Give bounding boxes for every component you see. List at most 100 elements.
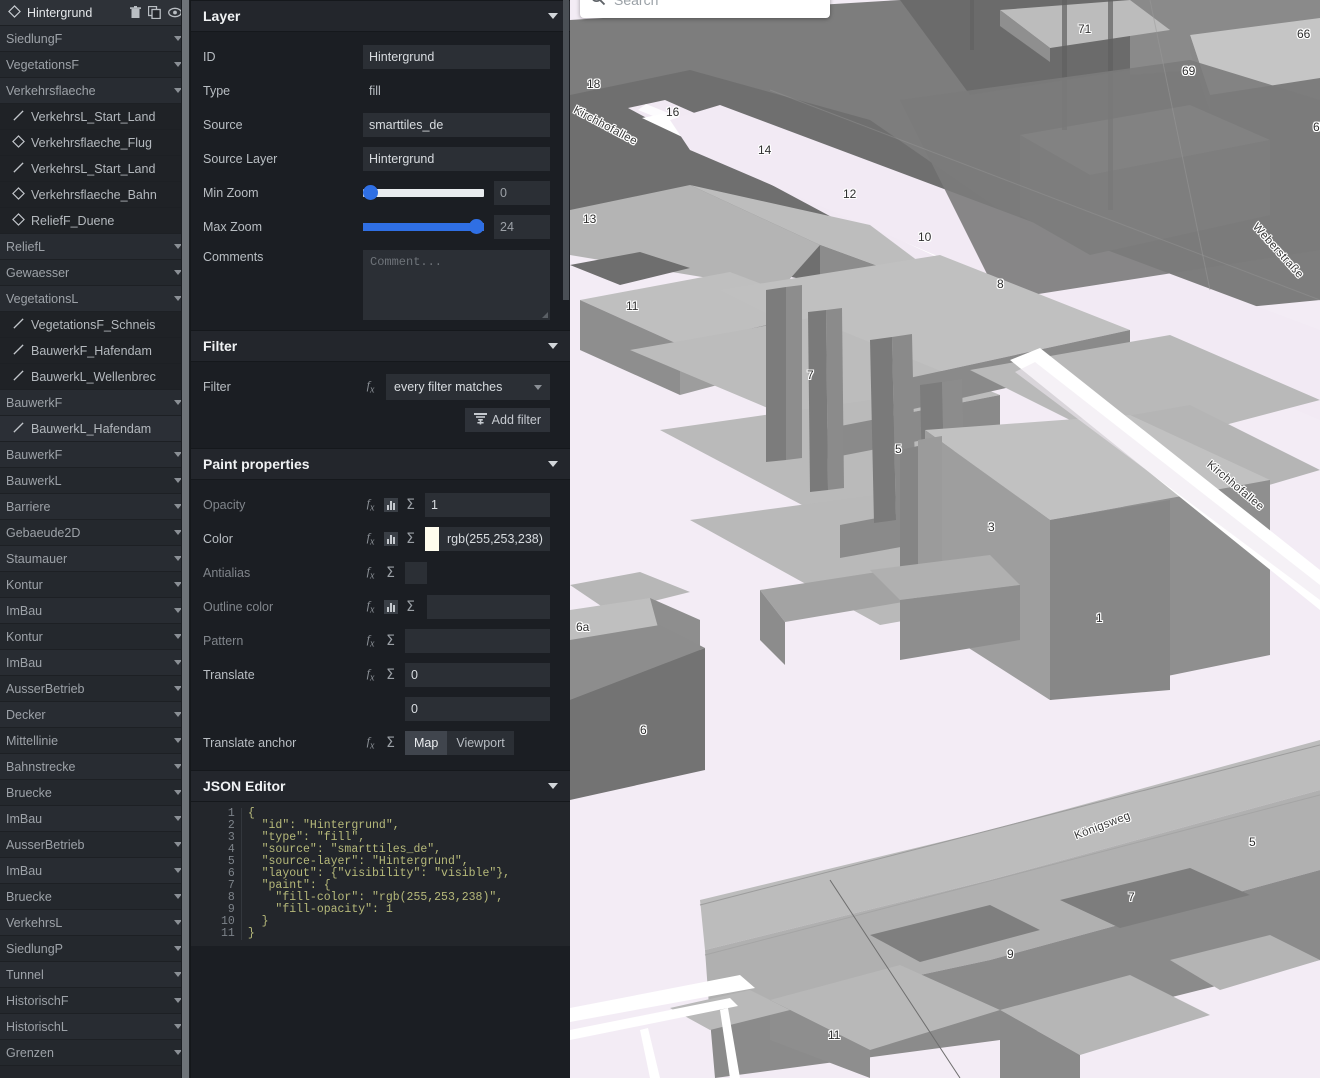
min-zoom-slider[interactable] xyxy=(363,183,484,203)
color-swatch[interactable] xyxy=(425,527,439,551)
id-input[interactable]: Hintergrund xyxy=(363,45,550,69)
function-icon[interactable]: fx xyxy=(363,496,378,513)
layer-list-scroll-thumb[interactable] xyxy=(182,0,189,1078)
filter-select[interactable]: every filter matches xyxy=(386,374,550,400)
chevron-down-icon[interactable] xyxy=(548,13,558,19)
layer-list-item[interactable]: HistorischL xyxy=(0,1014,190,1040)
layer-list-item[interactable]: Tunnel xyxy=(0,962,190,988)
layer-list-item[interactable]: ReliefF_Duene xyxy=(0,208,190,234)
chevron-down-icon[interactable] xyxy=(534,385,542,390)
chart-icon[interactable] xyxy=(384,532,398,546)
trash-icon[interactable] xyxy=(130,6,141,19)
chart-icon[interactable] xyxy=(384,600,398,614)
sigma-icon[interactable]: Σ xyxy=(404,599,417,615)
map-search-box[interactable]: Search xyxy=(580,0,830,18)
function-icon[interactable]: fx xyxy=(363,598,378,615)
layer-section-header[interactable]: Layer xyxy=(191,0,570,32)
paint-section-header[interactable]: Paint properties xyxy=(191,448,570,480)
layer-list-item[interactable]: Verkehrsflaeche_Flug xyxy=(0,130,190,156)
sigma-icon[interactable]: Σ xyxy=(384,667,397,683)
layer-list-item[interactable]: Verkehrsflaeche xyxy=(0,78,190,104)
sigma-icon[interactable]: Σ xyxy=(404,531,417,547)
layer-list-item[interactable]: Bruecke xyxy=(0,780,190,806)
source-layer-input[interactable]: Hintergrund xyxy=(363,147,550,171)
layer-list-item[interactable]: Staumauer xyxy=(0,546,190,572)
translate-anchor-segmented[interactable]: MapViewport xyxy=(405,731,514,755)
layer-list-item[interactable]: AusserBetrieb xyxy=(0,676,190,702)
function-icon[interactable]: fx xyxy=(363,378,378,395)
sigma-icon[interactable]: Σ xyxy=(384,735,397,751)
translate-anchor-option-1[interactable]: Viewport xyxy=(447,731,513,755)
chart-icon[interactable] xyxy=(384,498,398,512)
layer-list-item[interactable]: ReliefL xyxy=(0,234,190,260)
copy-icon[interactable] xyxy=(148,6,161,19)
outline-color-input[interactable] xyxy=(427,595,550,619)
function-icon[interactable]: fx xyxy=(363,530,378,547)
layer-list-item[interactable]: VerkehrsL_Start_Land xyxy=(0,156,190,182)
paint-value-input[interactable]: 0 xyxy=(405,697,550,721)
layer-list-item[interactable]: Mittellinie xyxy=(0,728,190,754)
source-input[interactable]: smarttiles_de xyxy=(363,113,550,137)
function-icon[interactable]: fx xyxy=(363,734,378,751)
function-icon[interactable]: fx xyxy=(363,666,378,683)
pattern-input[interactable] xyxy=(405,629,550,653)
layer-list-item[interactable]: Verkehrsflaeche_Bahn xyxy=(0,182,190,208)
chevron-down-icon[interactable] xyxy=(548,461,558,467)
min-zoom-value[interactable]: 0 xyxy=(494,181,550,205)
layer-list-item[interactable]: VerkehrsL_Start_Land xyxy=(0,104,190,130)
sigma-icon[interactable]: Σ xyxy=(384,633,397,649)
chevron-down-icon[interactable] xyxy=(548,783,558,789)
panel-scroll-thumb[interactable] xyxy=(563,0,569,300)
layer-list-item[interactable]: Decker xyxy=(0,702,190,728)
layer-list-item[interactable]: SiedlungF xyxy=(0,26,190,52)
layer-list-scrollbar[interactable] xyxy=(181,0,190,1078)
layer-list-item[interactable]: Bahnstrecke xyxy=(0,754,190,780)
sigma-icon[interactable]: Σ xyxy=(384,565,397,581)
map-viewport[interactable]: Search 1816131114121087169666575316a6119… xyxy=(570,0,1320,1078)
layer-list-item[interactable]: Grenzen xyxy=(0,1040,190,1066)
layer-list-item[interactable]: ImBau xyxy=(0,598,190,624)
comments-textarea[interactable]: Comment... xyxy=(363,250,550,320)
layer-list-item[interactable]: ImBau xyxy=(0,858,190,884)
layer-list-item[interactable]: Kontur xyxy=(0,624,190,650)
translate-anchor-option-0[interactable]: Map xyxy=(405,731,447,755)
filter-section-header[interactable]: Filter xyxy=(191,330,570,362)
layer-list-item[interactable]: Barriere xyxy=(0,494,190,520)
json-code[interactable]: { "id": "Hintergrund", "type": "fill", "… xyxy=(242,808,510,940)
function-icon[interactable]: fx xyxy=(363,632,378,649)
json-editor-header[interactable]: JSON Editor xyxy=(191,770,570,802)
eye-icon[interactable] xyxy=(168,7,182,18)
layer-list-item[interactable]: VegetationsL xyxy=(0,286,190,312)
panel-scrollbar[interactable] xyxy=(562,0,570,1078)
layer-list-item[interactable]: ImBau xyxy=(0,806,190,832)
layer-list-item[interactable]: VegetationsF xyxy=(0,52,190,78)
sigma-icon[interactable]: Σ xyxy=(404,497,417,513)
layer-list-item[interactable]: HistorischF xyxy=(0,988,190,1014)
paint-value-input[interactable]: 1 xyxy=(425,493,550,517)
max-zoom-slider[interactable] xyxy=(363,217,484,237)
layer-list-item[interactable]: VerkehrsL xyxy=(0,910,190,936)
layer-list-item[interactable]: AusserBetrieb xyxy=(0,832,190,858)
layer-list-sidebar[interactable]: Hintergrund SiedlungFVegetationsFVerkehr… xyxy=(0,0,190,1078)
antialias-checkbox[interactable] xyxy=(405,562,427,584)
layer-list-item[interactable]: Gebaeude2D xyxy=(0,520,190,546)
max-zoom-value[interactable]: 24 xyxy=(494,215,550,239)
layer-list-item[interactable]: Kontur xyxy=(0,572,190,598)
layer-list-item[interactable]: Gewaesser xyxy=(0,260,190,286)
layer-list-item[interactable]: BauwerkL xyxy=(0,468,190,494)
layer-list-item[interactable]: BauwerkL_Wellenbrec xyxy=(0,364,190,390)
color-input[interactable]: rgb(255,253,238) xyxy=(425,527,550,551)
layer-list-item[interactable]: ImBau xyxy=(0,650,190,676)
layer-list-item[interactable]: SiedlungP xyxy=(0,936,190,962)
layer-list-item[interactable]: BauwerkF_Hafendam xyxy=(0,338,190,364)
layer-list-item[interactable]: Bruecke xyxy=(0,884,190,910)
layer-list-item[interactable]: BauwerkF xyxy=(0,442,190,468)
layer-list-item[interactable]: VegetationsF_Schneis xyxy=(0,312,190,338)
layer-list-item[interactable]: BauwerkF xyxy=(0,390,190,416)
chevron-down-icon[interactable] xyxy=(548,343,558,349)
layer-list-item[interactable]: BauwerkL_Hafendam xyxy=(0,416,190,442)
paint-value-input[interactable]: 0 xyxy=(405,663,550,687)
layer-list-selected-header[interactable]: Hintergrund xyxy=(0,0,190,26)
function-icon[interactable]: fx xyxy=(363,564,378,581)
json-editor[interactable]: 1 2 3 4 5 6 7 8 9 10 11 { "id": "Hinterg… xyxy=(191,802,570,946)
